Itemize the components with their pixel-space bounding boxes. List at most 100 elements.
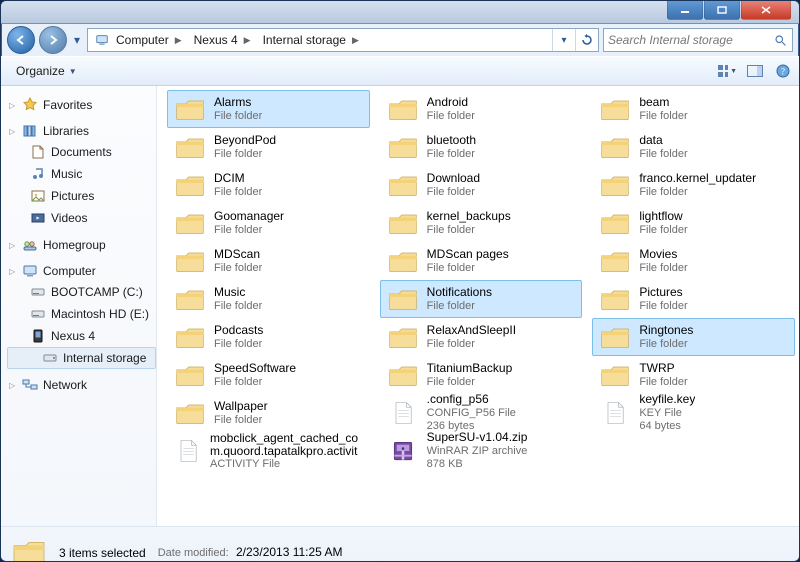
sidebar-library-item[interactable]: Documents	[7, 141, 156, 163]
folder-icon	[599, 245, 631, 277]
file-type: File folder	[214, 414, 268, 427]
file-type: File folder	[639, 186, 756, 199]
folder-icon	[599, 169, 631, 201]
libraries-icon	[22, 123, 38, 139]
sidebar-library-item[interactable]: Pictures	[7, 185, 156, 207]
minimize-button[interactable]	[667, 1, 703, 20]
file-icon	[387, 397, 419, 429]
address-bar[interactable]: Computer ▶ Nexus 4 ▶ Internal storage ▶ …	[87, 28, 599, 52]
drive-icon	[30, 284, 46, 300]
file-type: File folder	[427, 224, 511, 237]
file-item[interactable]: GoomanagerFile folder	[167, 204, 370, 242]
view-options-button[interactable]: ▼	[717, 61, 737, 81]
file-type: File folder	[214, 186, 262, 199]
back-button[interactable]	[7, 26, 35, 54]
file-name: kernel_backups	[427, 210, 511, 224]
file-item[interactable]: MDScan pagesFile folder	[380, 242, 583, 280]
file-item[interactable]: PodcastsFile folder	[167, 318, 370, 356]
maximize-button[interactable]	[704, 1, 740, 20]
folder-icon	[174, 93, 206, 125]
file-item[interactable]: dataFile folder	[592, 128, 795, 166]
sidebar-drive-item[interactable]: BOOTCAMP (C:)	[7, 281, 156, 303]
file-item[interactable]: MoviesFile folder	[592, 242, 795, 280]
sidebar-favorites[interactable]: ▷ Favorites	[7, 95, 156, 115]
titlebar[interactable]	[1, 1, 799, 24]
details-mod-value: 2/23/2013 11:25 AM	[236, 545, 343, 559]
sidebar-homegroup[interactable]: ▷ Homegroup	[7, 235, 156, 255]
file-name: Ringtones	[639, 324, 693, 338]
file-type: File folder	[427, 262, 509, 275]
file-list[interactable]: AlarmsFile folder AndroidFile folderbeamF…	[157, 86, 799, 526]
file-type: File folder	[639, 262, 687, 275]
file-item[interactable]: SuperSU-v1.04.zipWinRAR ZIP archive878 K…	[380, 432, 583, 470]
folder-icon	[174, 359, 206, 391]
file-name: bluetooth	[427, 134, 476, 148]
breadcrumb-computer[interactable]: Computer ▶	[88, 29, 188, 51]
forward-button[interactable]	[39, 26, 67, 54]
sidebar-library-item[interactable]: Music	[7, 163, 156, 185]
file-item[interactable]: .config_p56CONFIG_P56 File236 bytes	[380, 394, 583, 432]
breadcrumb-nexus4[interactable]: Nexus 4 ▶	[188, 29, 257, 51]
file-item[interactable]: beamFile folder	[592, 90, 795, 128]
refresh-button[interactable]	[575, 29, 598, 51]
file-item[interactable]: kernel_backupsFile folder	[380, 204, 583, 242]
sidebar-network[interactable]: ▷ Network	[7, 375, 156, 395]
nav-history-dropdown[interactable]: ▾	[71, 33, 83, 47]
close-button[interactable]	[741, 1, 791, 20]
file-item[interactable]: mobclick_agent_cached_com.quoord.tapatal…	[167, 432, 370, 470]
file-item[interactable]: keyfile.keyKEY File64 bytes	[592, 394, 795, 432]
organize-button[interactable]: Organize ▼	[7, 60, 86, 82]
sidebar-libraries[interactable]: ▷ Libraries	[7, 121, 156, 141]
sidebar-label: Favorites	[43, 98, 92, 112]
folder-icon	[599, 131, 631, 163]
file-item[interactable]: AndroidFile folder	[380, 90, 583, 128]
sidebar-library-item[interactable]: Videos	[7, 207, 156, 229]
file-name: Music	[214, 286, 262, 300]
file-item[interactable]: TitaniumBackupFile folder	[380, 356, 583, 394]
file-item[interactable]: MDScanFile folder	[167, 242, 370, 280]
sidebar-label: Documents	[51, 145, 112, 159]
breadcrumb-internal-storage[interactable]: Internal storage ▶	[257, 29, 365, 51]
file-item[interactable]: AlarmsFile folder	[167, 90, 370, 128]
file-item[interactable]: BeyondPodFile folder	[167, 128, 370, 166]
explorer-window: ▾ Computer ▶ Nexus 4 ▶ Internal storage …	[0, 0, 800, 562]
network-icon	[22, 377, 38, 393]
library-icon	[30, 188, 46, 204]
library-icon	[30, 166, 46, 182]
folder-icon	[174, 131, 206, 163]
drive-icon	[30, 306, 46, 322]
command-bar: Organize ▼ ▼ ?	[1, 56, 799, 86]
file-item[interactable]: WallpaperFile folder	[167, 394, 370, 432]
file-item[interactable]: lightflowFile folder	[592, 204, 795, 242]
file-name: TWRP	[639, 362, 687, 376]
preview-pane-button[interactable]	[745, 61, 765, 81]
file-item[interactable]: TWRPFile folder	[592, 356, 795, 394]
collapse-icon: ▷	[9, 241, 17, 250]
sidebar-drive-item[interactable]: Macintosh HD (E:)	[7, 303, 156, 325]
file-item[interactable]: NotificationsFile folder	[380, 280, 583, 318]
file-item[interactable]: SpeedSoftwareFile folder	[167, 356, 370, 394]
folder-icon	[174, 207, 206, 239]
file-item[interactable]: DCIMFile folder	[167, 166, 370, 204]
folder-icon	[599, 207, 631, 239]
file-item[interactable]: bluetoothFile folder	[380, 128, 583, 166]
nav-sidebar: ▷ Favorites ▷ Libraries Documents MusicPi…	[1, 86, 157, 526]
chevron-down-icon: ▼	[730, 68, 737, 75]
file-item[interactable]: RelaxAndSleepIIFile folder	[380, 318, 583, 356]
file-item[interactable]: DownloadFile folder	[380, 166, 583, 204]
help-button[interactable]: ?	[773, 61, 793, 81]
file-item[interactable]: franco.kernel_updaterFile folder	[592, 166, 795, 204]
collapse-icon: ▷	[9, 101, 17, 110]
search-box[interactable]: Search Internal storage	[603, 28, 793, 52]
file-item[interactable]: RingtonesFile folder	[592, 318, 795, 356]
sidebar-drive-item[interactable]: Nexus 4	[7, 325, 156, 347]
file-type: File folder	[214, 224, 284, 237]
file-item[interactable]: PicturesFile folder	[592, 280, 795, 318]
folder-icon	[387, 359, 419, 391]
collapse-icon: ▷	[9, 381, 17, 390]
address-dropdown[interactable]: ▾	[552, 29, 575, 51]
sidebar-internal-storage[interactable]: Internal storage	[7, 347, 156, 369]
file-item[interactable]: MusicFile folder	[167, 280, 370, 318]
sidebar-computer[interactable]: ▷ Computer	[7, 261, 156, 281]
file-icon	[599, 397, 631, 429]
